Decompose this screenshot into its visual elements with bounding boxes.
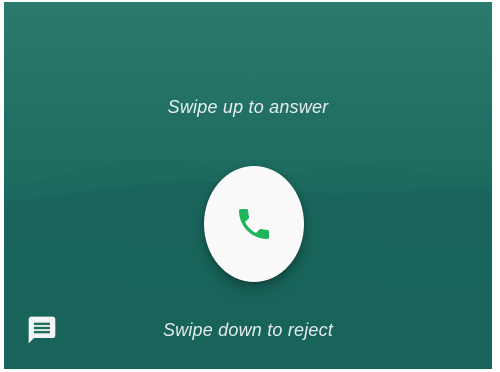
swipe-down-hint: Swipe down to reject: [162, 320, 334, 340]
message-icon: [28, 316, 56, 344]
answer-call-button[interactable]: [204, 166, 304, 282]
right-edge: [492, 0, 500, 372]
phone-icon: [239, 209, 269, 239]
top-edge: [0, 0, 500, 2]
incoming-call-screen: Swipe up to answer Swipe down to reject: [0, 0, 500, 372]
swipe-up-hint: Swipe up to answer: [167, 97, 329, 117]
reply-with-message-button[interactable]: [24, 312, 60, 348]
left-edge: [0, 0, 4, 372]
